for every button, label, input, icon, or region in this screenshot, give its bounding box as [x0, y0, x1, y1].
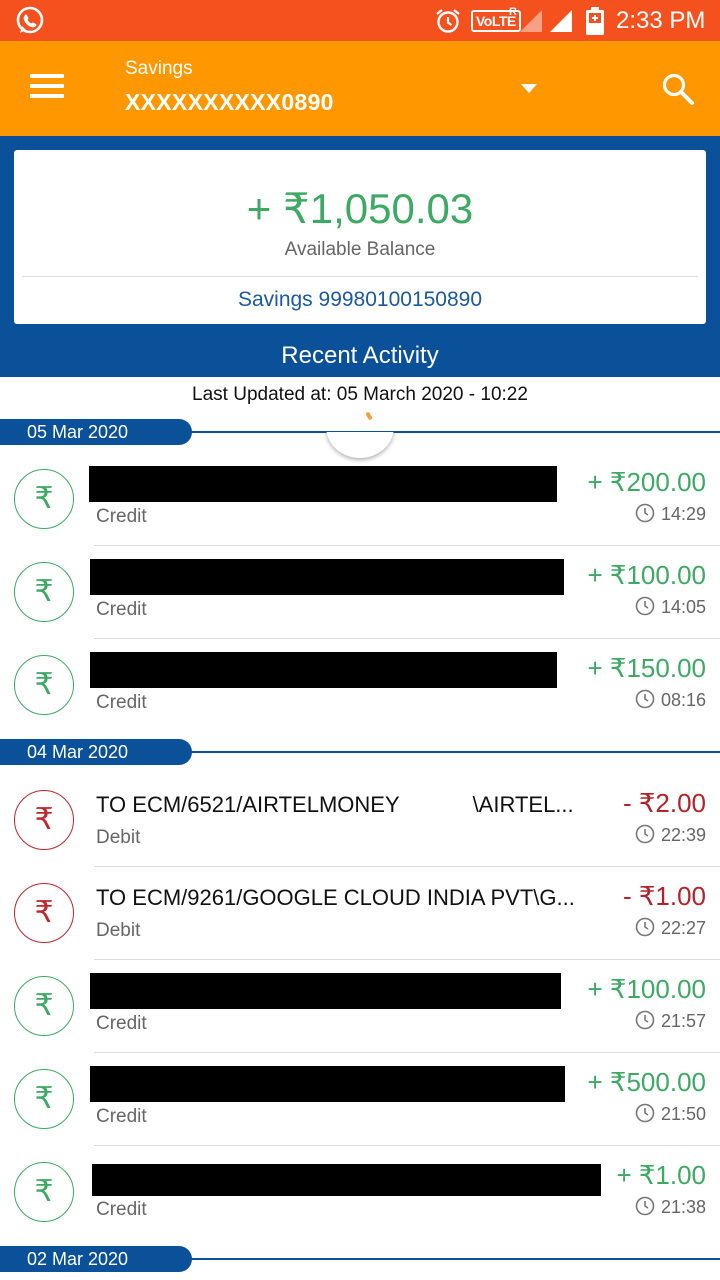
rupee-icon: ₹ — [14, 562, 74, 622]
transaction-row[interactable]: ₹ Credit + ₹500.00 21:50 — [0, 1053, 720, 1146]
transaction-type: Debit — [96, 827, 141, 848]
transaction-amount: + ₹100.00 — [587, 560, 706, 590]
date-label: 02 Mar 2020 — [0, 1246, 192, 1272]
clock-icon — [635, 1196, 655, 1216]
dropdown-arrow-icon[interactable] — [521, 84, 537, 93]
divider — [188, 1258, 720, 1260]
transaction-row[interactable]: ₹ Credit + ₹200.00 14:29 — [0, 453, 720, 546]
status-time: 2:33 PM — [616, 7, 706, 34]
account-number[interactable]: XXXXXXXXXX0890 — [125, 89, 334, 116]
account-type-label: Savings — [125, 58, 193, 79]
transaction-amount: + ₹150.00 — [587, 653, 706, 683]
transaction-amount: + ₹1.00 — [616, 1160, 706, 1190]
transaction-description: TO ECM/9261/GOOGLE CLOUD INDIA PVT\G... — [96, 885, 575, 910]
rupee-icon: ₹ — [14, 1069, 74, 1129]
rupee-icon: ₹ — [14, 883, 74, 943]
clock-icon — [635, 824, 655, 844]
transaction-time: 21:38 — [635, 1196, 706, 1218]
signal-icon — [550, 10, 572, 32]
balance-card[interactable]: + ₹1,050.03 Available Balance Savings 99… — [14, 150, 706, 324]
divider — [188, 431, 720, 433]
transaction-row[interactable]: ₹ Credit + ₹100.00 14:05 — [0, 546, 720, 639]
battery-icon — [586, 7, 604, 35]
clock-icon — [635, 1103, 655, 1123]
transaction-row[interactable]: ₹ TO ECM/6521/AIRTELMONEY \AIRTEL... Deb… — [0, 774, 720, 867]
date-label: 05 Mar 2020 — [0, 419, 192, 445]
available-balance-label: Available Balance — [284, 239, 436, 260]
transaction-type: Credit — [96, 506, 147, 527]
date-header: 04 Mar 2020 — [0, 739, 720, 767]
transaction-amount: - ₹2.00 — [622, 788, 706, 818]
rupee-icon: ₹ — [14, 655, 74, 715]
last-updated-text: Last Updated at: 05 March 2020 - 10:22 — [192, 384, 528, 405]
roaming-indicator: R — [509, 6, 517, 18]
redacted-description — [90, 652, 557, 688]
rupee-icon: ₹ — [14, 469, 74, 529]
status-bar: VoLTE R 2:33 PM — [0, 0, 720, 41]
divider — [188, 751, 720, 753]
transaction-time: 22:39 — [635, 824, 706, 846]
redacted-description — [89, 466, 557, 502]
clock-icon — [635, 503, 655, 523]
rupee-icon: ₹ — [14, 976, 74, 1036]
signal-icon — [520, 10, 542, 32]
transaction-amount: + ₹500.00 — [587, 1067, 706, 1097]
whatsapp-icon — [16, 6, 44, 34]
transaction-time: 08:16 — [635, 689, 706, 711]
transaction-time: 21:57 — [635, 1010, 706, 1032]
redacted-description — [92, 1164, 601, 1196]
transaction-time: 14:05 — [635, 596, 706, 618]
redacted-description — [90, 1066, 565, 1102]
rupee-icon: ₹ — [14, 790, 74, 850]
transaction-type: Credit — [96, 1106, 147, 1127]
transaction-time: 22:27 — [635, 917, 706, 939]
transaction-type: Credit — [96, 599, 147, 620]
transaction-row[interactable]: ₹ Credit + ₹100.00 21:57 — [0, 960, 720, 1053]
clock-icon — [635, 596, 655, 616]
transaction-type: Credit — [96, 1013, 147, 1034]
rupee-icon: ₹ — [14, 1162, 74, 1222]
divider — [22, 276, 698, 277]
recent-activity-title: Recent Activity — [281, 342, 439, 369]
menu-icon[interactable] — [30, 74, 64, 102]
date-header: 02 Mar 2020 — [0, 1246, 720, 1274]
account-details-link[interactable]: Savings 99980100150890 — [14, 288, 706, 312]
transaction-row[interactable]: ₹ TO ECM/9261/GOOGLE CLOUD INDIA PVT\G..… — [0, 867, 720, 960]
transaction-time: 14:29 — [635, 503, 706, 525]
transaction-row[interactable]: ₹ Credit + ₹150.00 08:16 — [0, 639, 720, 732]
transaction-amount: + ₹100.00 — [587, 974, 706, 1004]
redacted-description — [90, 559, 564, 595]
transaction-time: 21:50 — [635, 1103, 706, 1125]
date-label: 04 Mar 2020 — [0, 739, 192, 765]
alarm-icon — [436, 9, 460, 33]
app-bar: Savings XXXXXXXXXX0890 — [0, 41, 720, 136]
transaction-amount: - ₹1.00 — [622, 881, 706, 911]
transaction-type: Debit — [96, 920, 141, 941]
transaction-type: Credit — [96, 1199, 147, 1220]
transaction-amount: + ₹200.00 — [587, 467, 706, 497]
search-icon[interactable] — [660, 71, 696, 107]
transaction-type: Credit — [96, 692, 147, 713]
clock-icon — [635, 917, 655, 937]
clock-icon — [635, 1010, 655, 1030]
transaction-description: TO ECM/6521/AIRTELMONEY \AIRTEL... — [96, 792, 574, 817]
clock-icon — [635, 689, 655, 709]
transaction-row[interactable]: ₹ Credit + ₹1.00 21:38 — [0, 1146, 720, 1239]
available-balance-amount: + ₹1,050.03 — [246, 185, 474, 232]
redacted-description — [90, 973, 561, 1009]
